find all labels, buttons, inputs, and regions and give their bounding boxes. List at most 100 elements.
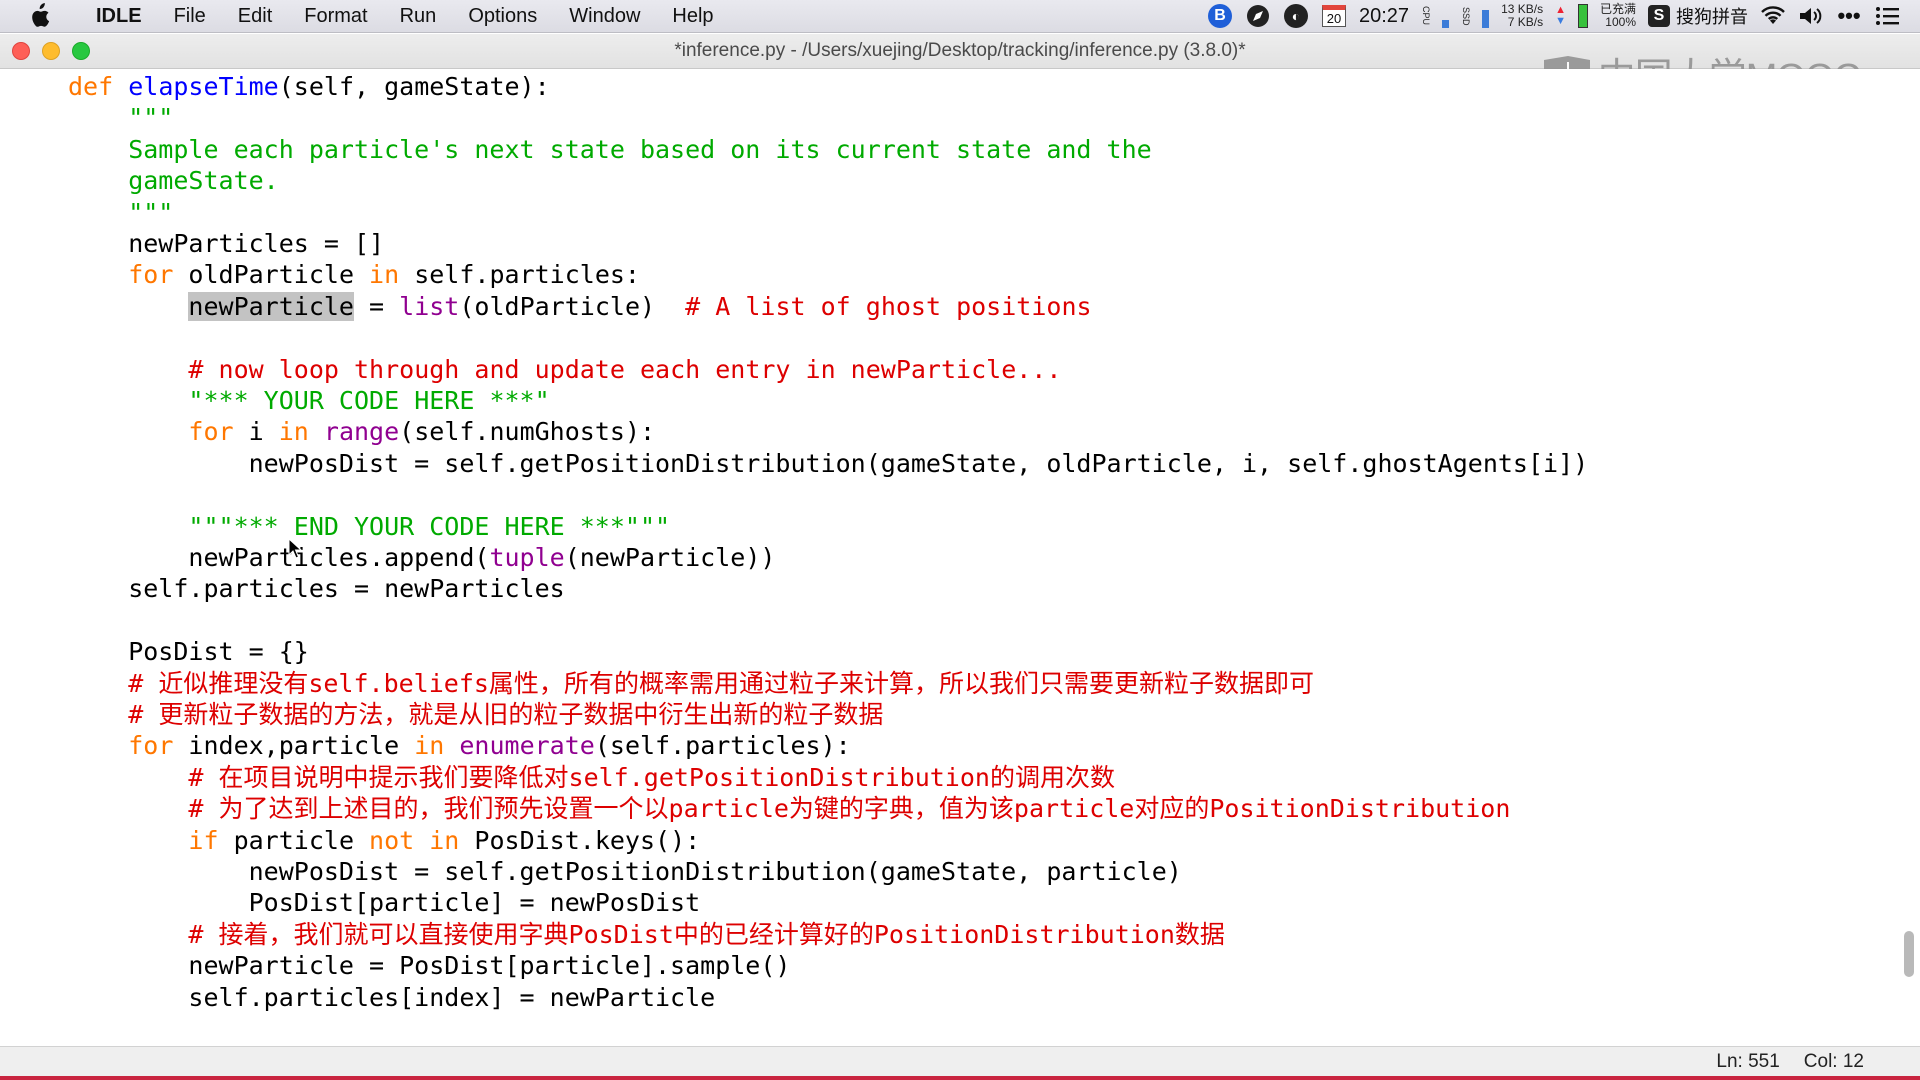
code-line[interactable]: """: [68, 102, 173, 133]
network-speed[interactable]: 13 KB/s 7 KB/s: [1501, 3, 1543, 29]
code-line[interactable]: gameState.: [68, 165, 279, 196]
code-token: in: [414, 731, 445, 761]
code-line[interactable]: self.particles = newParticles: [68, 573, 565, 604]
minimize-button[interactable]: [42, 42, 60, 60]
close-button[interactable]: [12, 42, 30, 60]
code-token: # 为了达到上述目的，我们预先设置一个以particle为键的字典，值为该par…: [188, 794, 1511, 824]
ime-switcher[interactable]: S 搜狗拼音: [1648, 3, 1748, 29]
menu-run[interactable]: Run: [384, 5, 453, 28]
battery-icon[interactable]: [1577, 4, 1588, 28]
vertical-scrollbar[interactable]: [1900, 69, 1914, 1045]
status-tray: B ◐ 20 20:27 CPU SSD 13 KB/s 7 KB/s ▲ ▼ 已…: [1207, 0, 1920, 33]
code-token: for: [188, 417, 234, 447]
code-line[interactable]: Sample each particle's next state based …: [68, 134, 1152, 165]
code-token: """*** END YOUR CODE HERE ***""": [188, 511, 671, 541]
code-line[interactable]: newParticles = []: [68, 228, 384, 259]
battery-percent: 100%: [1605, 15, 1636, 29]
code-line[interactable]: self.particles[index] = newParticle: [68, 982, 715, 1013]
code-line[interactable]: # now loop through and update each entry…: [68, 354, 1061, 385]
code-token: newPosDist = self.getPositionDistributio…: [68, 448, 1589, 478]
mouse-pointer-icon: [288, 538, 302, 559]
ssd-meter[interactable]: [1482, 4, 1490, 28]
list-icon[interactable]: [1874, 3, 1900, 29]
code-token: # 更新粒子数据的方法，就是从旧的粒子数据中衍生出新的粒子数据: [128, 700, 884, 729]
code-token: list: [399, 291, 460, 321]
code-line[interactable]: newParticles.append(tuple(newParticle)): [68, 542, 775, 573]
code-line[interactable]: for i in range(self.numGhosts):: [68, 416, 655, 447]
code-line[interactable]: newParticle = list(oldParticle) # A list…: [68, 291, 1092, 322]
net-arrows-icon: ▲ ▼: [1555, 4, 1566, 27]
code-line[interactable]: newParticle = PosDist[particle].sample(): [68, 950, 790, 981]
more-icon[interactable]: •••: [1836, 3, 1862, 29]
code-line[interactable]: PosDist = {}: [68, 636, 309, 667]
code-line[interactable]: # 为了达到上述目的，我们预先设置一个以particle为键的字典，值为该par…: [68, 793, 1510, 824]
code-token: (self.numGhosts):: [399, 417, 656, 447]
wifi-icon[interactable]: [1760, 3, 1786, 29]
code-line[interactable]: "*** YOUR CODE HERE ***": [68, 385, 550, 416]
line-number: Ln: 551: [1716, 1050, 1780, 1072]
code-line[interactable]: """*** END YOUR CODE HERE ***""": [68, 511, 670, 542]
code-token: PosDist.keys():: [459, 825, 701, 855]
volume-icon[interactable]: [1798, 3, 1824, 29]
scroll-thumb[interactable]: [1904, 931, 1914, 977]
code-line[interactable]: if particle not in PosDist.keys():: [68, 825, 700, 856]
code-token: """: [68, 197, 174, 227]
code-line[interactable]: newPosDist = self.getPositionDistributio…: [68, 856, 1182, 887]
code-line[interactable]: # 接着，我们就可以直接使用字典PosDist中的已经计算好的PositionD…: [68, 919, 1225, 950]
code-token: "*** YOUR CODE HERE ***": [188, 386, 550, 415]
menu-file[interactable]: File: [158, 5, 222, 28]
menu-help[interactable]: Help: [656, 5, 729, 28]
code-line[interactable]: for oldParticle in self.particles:: [68, 259, 640, 290]
battery-info: 已充满 100%: [1600, 3, 1636, 29]
menu-options[interactable]: Options: [452, 5, 553, 28]
code-line[interactable]: # 更新粒子数据的方法，就是从旧的粒子数据中衍生出新的粒子数据: [68, 699, 883, 730]
code-token: for: [128, 731, 174, 761]
app-dark-icon[interactable]: ◐: [1283, 3, 1309, 29]
apple-icon[interactable]: [28, 3, 58, 29]
b-circle-icon[interactable]: B: [1207, 3, 1233, 29]
code-token: elapseTime: [128, 72, 279, 101]
code-token: range: [323, 417, 400, 447]
clock[interactable]: 20:27: [1359, 5, 1409, 28]
code-line[interactable]: for index,particle in enumerate(self.par…: [68, 730, 851, 761]
code-token: in: [278, 417, 309, 447]
code-line[interactable]: """: [68, 197, 173, 228]
code-token: (self.particles):: [594, 731, 851, 761]
menu-window[interactable]: Window: [553, 5, 656, 28]
menu-app-name[interactable]: IDLE: [80, 5, 158, 28]
calendar-icon[interactable]: 20: [1321, 3, 1347, 29]
code-token: not in: [369, 825, 460, 855]
cpu-label: CPU: [1421, 6, 1432, 26]
ssd-label: SSD: [1461, 6, 1472, 26]
code-line[interactable]: newPosDist = self.getPositionDistributio…: [68, 448, 1589, 479]
code-token: index,particle: [173, 731, 415, 761]
code-line[interactable]: # 近似推理没有self.beliefs属性，所有的概率需用通过粒子来计算，所以…: [68, 668, 1314, 699]
code-line[interactable]: # 在项目说明中提示我们要降低对self.getPositionDistribu…: [68, 762, 1115, 793]
menu-format[interactable]: Format: [288, 5, 383, 28]
code-token: newParticles = []: [68, 229, 385, 258]
zoom-button[interactable]: [72, 42, 90, 60]
code-token: newPosDist = self.getPositionDistributio…: [68, 857, 1182, 886]
compass-icon[interactable]: [1245, 3, 1271, 29]
menu-edit[interactable]: Edit: [222, 5, 288, 28]
code-line[interactable]: PosDist[particle] = newPosDist: [68, 887, 701, 918]
cpu-meter[interactable]: [1442, 4, 1450, 28]
bottom-strip: [0, 1076, 1920, 1080]
code-token: gameState.: [68, 166, 279, 196]
code-token: oldParticle: [173, 260, 370, 290]
menu-bar: IDLE File Edit Format Run Options Window…: [0, 0, 1920, 33]
code-token: PosDist[particle] = newPosDist: [68, 888, 701, 918]
code-line[interactable]: def elapseTime(self, gameState):: [68, 71, 550, 102]
calendar-day: 20: [1322, 5, 1346, 27]
window-controls: [12, 42, 90, 60]
